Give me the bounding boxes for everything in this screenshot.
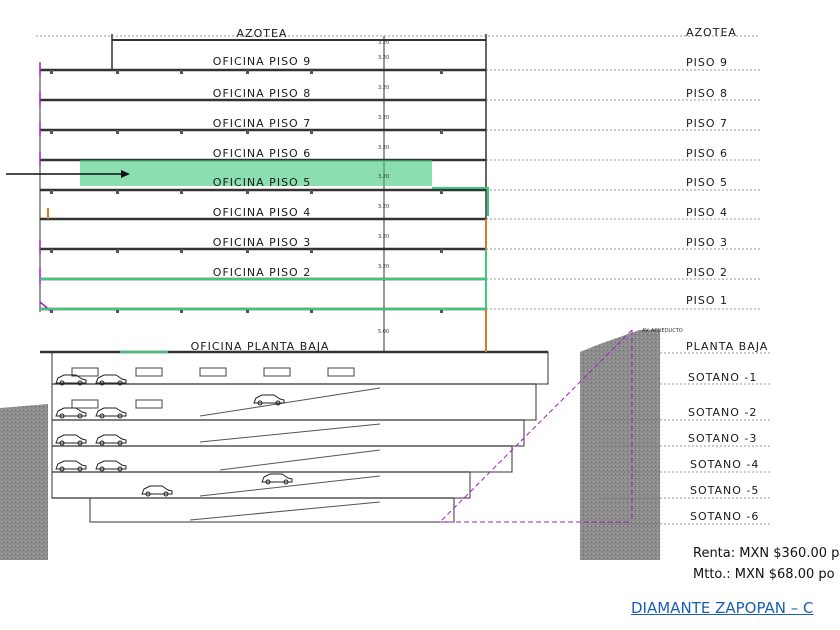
building-section-drawing: AZOTEA OFICINA PISO 9 OFICINA PISO 8 OFI… [0,26,770,560]
svg-text:PISO 6: PISO 6 [686,147,728,160]
svg-text:PLANTA BAJA: PLANTA BAJA [686,340,768,353]
floor-label: OFICINA PISO 6 [213,147,311,160]
azotea-label: AZOTEA [237,27,288,40]
svg-text:3.20: 3.20 [378,234,389,240]
svg-text:SOTANO -2: SOTANO -2 [688,406,757,419]
ground-right-slope [580,329,660,560]
svg-text:PISO 9: PISO 9 [686,56,728,69]
svg-text:PISO 7: PISO 7 [686,117,728,130]
svg-text:PISO 1: PISO 1 [686,294,728,307]
floor-label: OFICINA PISO 4 [213,206,311,219]
svg-text:PISO 2: PISO 2 [686,266,728,279]
footer-link[interactable]: DIAMANTE ZAPOPAN – C [631,599,814,617]
svg-text:PISO 5: PISO 5 [686,176,728,189]
svg-text:3.20: 3.20 [378,204,389,210]
level-labels: AZOTEA PISO 9 PISO 8 PISO 7 PISO 6 PISO … [686,26,768,523]
svg-text:AZOTEA: AZOTEA [686,26,737,39]
floor-label: OFICINA PISO 3 [213,236,311,249]
svg-text:5.00: 5.00 [378,329,389,335]
price-rent: Renta: MXN $360.00 p [693,546,840,561]
svg-text:PISO 3: PISO 3 [686,236,728,249]
ground-floor-label: OFICINA PLANTA BAJA [191,340,330,353]
floor-label: OFICINA PISO 8 [213,87,311,100]
street-label: AV. ACUEDUCTO [642,328,683,334]
svg-text:SOTANO -3: SOTANO -3 [688,432,757,445]
svg-text:3.20: 3.20 [378,264,389,270]
svg-text:3.20: 3.20 [378,115,389,121]
svg-text:3.20: 3.20 [378,174,389,180]
svg-text:PISO 8: PISO 8 [686,87,728,100]
svg-text:3.20: 3.20 [378,55,389,61]
basement-void [51,351,549,523]
floor-label: OFICINA PISO 5 [213,176,311,189]
svg-text:SOTANO -5: SOTANO -5 [690,484,759,497]
svg-text:SOTANO -4: SOTANO -4 [690,458,759,471]
svg-text:3.20: 3.20 [378,85,389,91]
floor-label: OFICINA PISO 7 [213,117,311,130]
price-maintenance: Mtto.: MXN $68.00 po [693,567,835,582]
svg-text:3.20: 3.20 [378,40,389,46]
floor-label: OFICINA PISO 9 [213,55,311,68]
svg-text:PISO 4: PISO 4 [686,206,728,219]
svg-text:SOTANO -1: SOTANO -1 [688,371,757,384]
svg-text:SOTANO -6: SOTANO -6 [690,510,759,523]
floor-label: OFICINA PISO 2 [213,266,311,279]
svg-text:3.20: 3.20 [378,145,389,151]
